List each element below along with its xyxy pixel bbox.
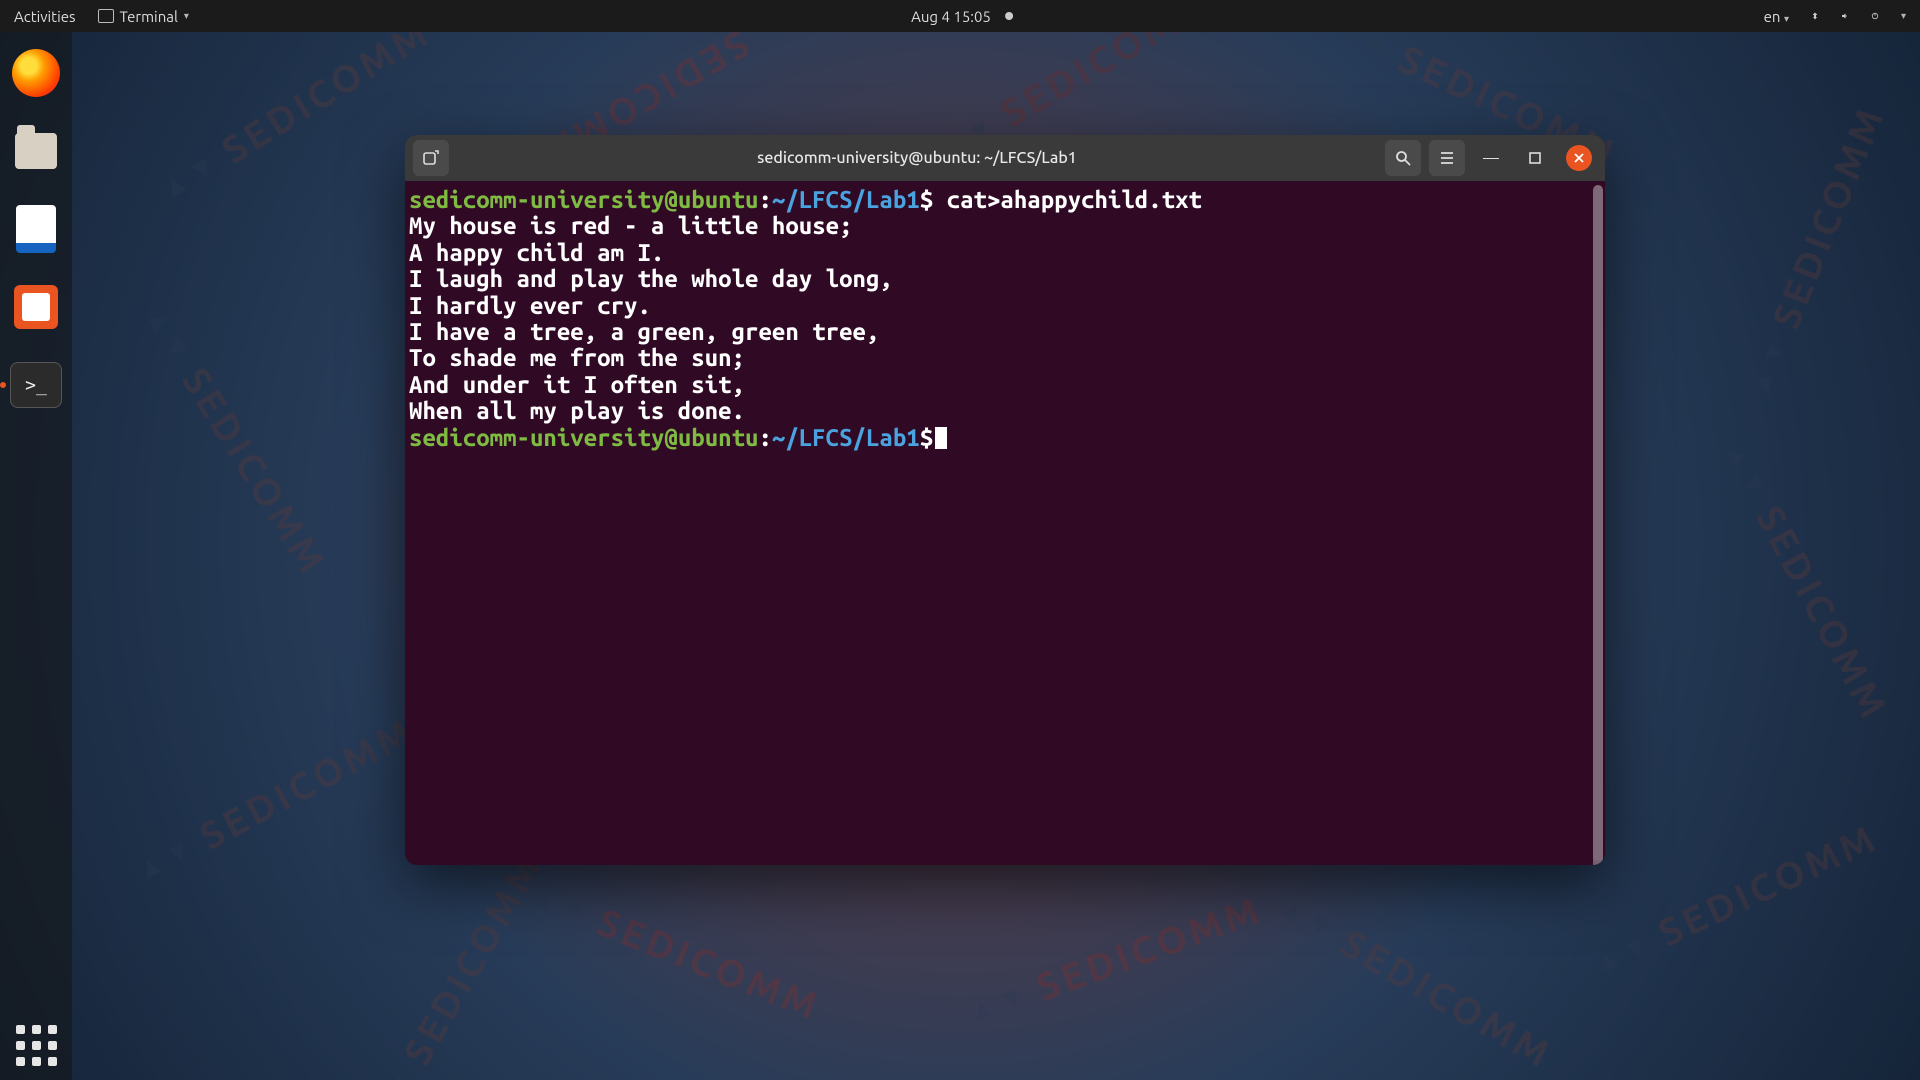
volume-icon[interactable] xyxy=(1837,8,1853,24)
input-source-label: en xyxy=(1764,8,1781,25)
app-menu-label: Terminal xyxy=(120,8,178,25)
terminal-titlebar[interactable]: sedicomm-university@ubuntu: ~/LFCS/Lab1 … xyxy=(405,135,1605,181)
network-icon[interactable] xyxy=(1807,8,1823,24)
clock-button[interactable]: Aug 4 15:05 xyxy=(907,6,995,27)
chevron-down-icon: ▾ xyxy=(184,10,189,22)
search-icon xyxy=(1394,149,1412,167)
chevron-down-icon: ▾ xyxy=(1784,13,1789,24)
text-cursor xyxy=(935,427,947,449)
output-line: My house is red - a little house; xyxy=(409,213,1597,239)
power-icon[interactable] xyxy=(1867,8,1883,24)
prompt-line-2: sedicomm-university@ubuntu:~/LFCS/Lab1$ xyxy=(409,425,1597,451)
close-icon xyxy=(1566,145,1592,171)
maximize-icon xyxy=(1529,152,1541,164)
output-line: When all my play is done. xyxy=(409,398,1597,424)
firefox-launcher[interactable] xyxy=(7,44,65,102)
gnome-top-bar: Activities Terminal ▾ Aug 4 15:05 en ▾ ▾ xyxy=(0,0,1920,32)
terminal-mini-icon xyxy=(98,9,114,23)
output-line: I have a tree, a green, green tree, xyxy=(409,319,1597,345)
show-applications-button[interactable] xyxy=(16,1025,57,1066)
terminal-output-area[interactable]: sedicomm-university@ubuntu:~/LFCS/Lab1$ … xyxy=(405,181,1605,865)
new-tab-button[interactable] xyxy=(413,140,449,176)
output-line: And under it I often sit, xyxy=(409,372,1597,398)
minimize-button[interactable]: — xyxy=(1473,140,1509,176)
notification-dot-icon xyxy=(1005,12,1013,20)
system-menu-chevron-icon[interactable]: ▾ xyxy=(1897,8,1910,24)
output-line: To shade me from the sun; xyxy=(409,345,1597,371)
terminal-icon: >_ xyxy=(10,362,62,408)
files-icon xyxy=(15,133,57,169)
document-icon xyxy=(16,205,56,253)
writer-launcher[interactable] xyxy=(7,200,65,258)
files-launcher[interactable] xyxy=(7,122,65,180)
maximize-button[interactable] xyxy=(1517,140,1553,176)
search-button[interactable] xyxy=(1385,140,1421,176)
software-launcher[interactable] xyxy=(7,278,65,336)
output-line: I hardly ever cry. xyxy=(409,293,1597,319)
window-title: sedicomm-university@ubuntu: ~/LFCS/Lab1 xyxy=(457,149,1377,167)
minimize-icon: — xyxy=(1483,149,1499,167)
hamburger-menu-button[interactable] xyxy=(1429,140,1465,176)
terminal-window: sedicomm-university@ubuntu: ~/LFCS/Lab1 … xyxy=(405,135,1605,865)
input-source-button[interactable]: en ▾ xyxy=(1760,6,1793,27)
close-button[interactable] xyxy=(1561,140,1597,176)
output-line: A happy child am I. xyxy=(409,240,1597,266)
scrollbar-thumb[interactable] xyxy=(1593,185,1603,865)
shopping-bag-icon xyxy=(14,285,58,329)
activities-button[interactable]: Activities xyxy=(10,6,80,27)
new-tab-icon xyxy=(422,149,440,167)
output-line: I laugh and play the whole day long, xyxy=(409,266,1597,292)
hamburger-icon xyxy=(1438,149,1456,167)
prompt-line-1: sedicomm-university@ubuntu:~/LFCS/Lab1$ … xyxy=(409,187,1597,213)
app-menu-button[interactable]: Terminal ▾ xyxy=(94,6,193,27)
firefox-icon xyxy=(12,49,60,97)
terminal-launcher[interactable]: >_ xyxy=(7,356,65,414)
ubuntu-dock: >_ xyxy=(0,32,72,1080)
